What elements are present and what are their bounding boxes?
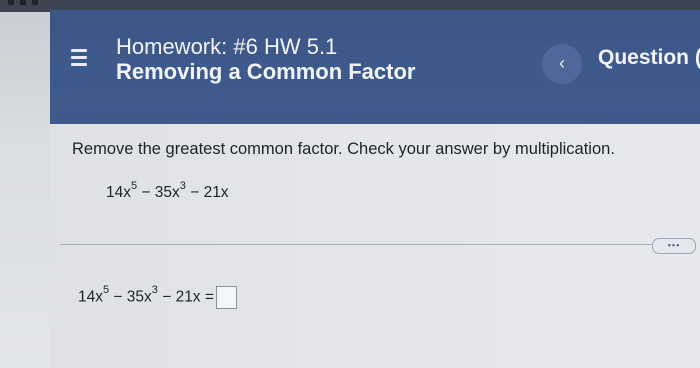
question-content: Remove the greatest common factor. Check… [50,124,700,368]
bar-dot [8,0,14,5]
section-title: Removing a Common Factor [116,59,416,84]
chevron-left-icon: ‹ [559,53,565,73]
bar-dot [32,0,38,5]
answer-input[interactable] [215,286,237,309]
homework-header: Homework: #6 HW 5.1 Removing a Common Fa… [50,10,700,124]
previous-question-button[interactable]: ‹ [542,44,582,84]
term-coefficient: 14x [106,184,131,202]
term-coefficient: − 21x [157,288,201,306]
instruction-text: Remove the greatest common factor. Check… [72,140,615,158]
bar-dot [20,0,26,5]
question-label: Question [598,46,690,69]
problem-expression: 14x5 − 35x3 − 21x [106,180,229,202]
exponent: 3 [151,284,158,297]
exponent: 5 [131,180,138,192]
answer-expression: 14x5 − 35x3 − 21x = [78,284,237,309]
term-coefficient: − 35x [109,288,152,306]
question-number-partial: ( [695,46,700,70]
exponent: 5 [103,284,110,297]
term-coefficient: − 35x [137,184,180,202]
exponent: 3 [179,180,186,192]
question-selector[interactable]: Question ( [598,46,700,70]
term-coefficient: − 21x [185,184,229,202]
left-panel-edge [0,0,50,368]
equals-sign: = [200,288,214,306]
ellipsis-icon[interactable]: ••• [652,238,696,254]
homework-title: Homework: #6 HW 5.1 [116,34,338,59]
section-divider [60,244,660,245]
term-coefficient: 14x [78,288,103,306]
hamburger-menu-icon[interactable] [68,45,90,71]
